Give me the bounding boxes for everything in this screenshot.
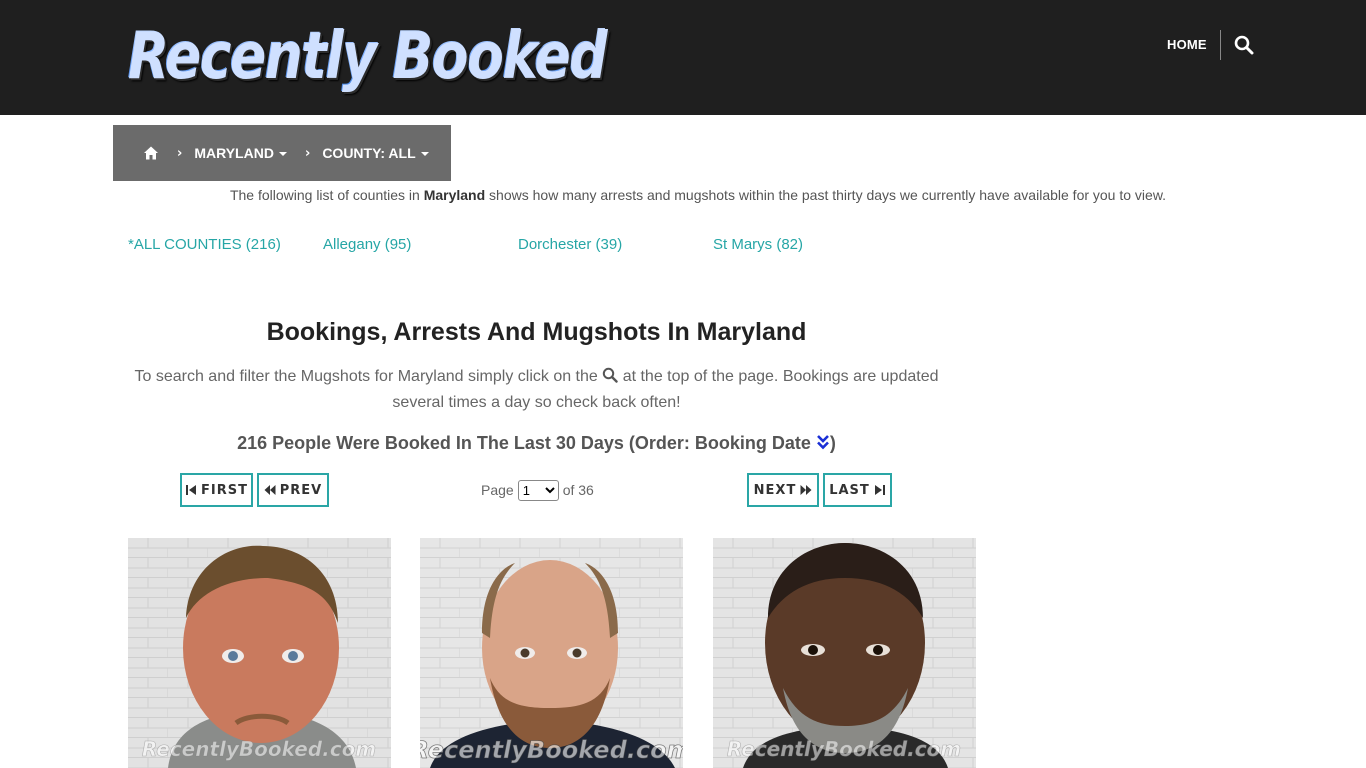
backward-icon [264,485,276,495]
chevron-right-icon: › [177,145,183,161]
page-label: Page [481,482,514,498]
step-backward-icon [186,485,197,495]
double-chevron-down-icon[interactable] [816,434,830,450]
home-icon[interactable] [143,145,159,161]
breadcrumb: › MARYLAND › COUNTY: ALL [113,125,451,181]
site-header: Recently Booked HOME [0,0,1366,115]
watermark: RecentlyBooked.com [142,737,376,761]
search-icon [603,367,618,383]
page-selector: Page 1 of 36 [481,479,594,501]
breadcrumb-county-dropdown[interactable]: COUNTY: ALL [322,145,429,161]
prev-page-button[interactable]: PREV [257,473,329,507]
forward-icon [800,485,812,495]
watermark: RecentlyBooked.com [727,737,961,761]
page-total: of 36 [562,482,594,498]
watermark: RecentlyBooked.com [420,736,683,764]
nav-divider [1220,30,1221,60]
page-title: Bookings, Arrests And Mugshots In Maryla… [266,318,807,346]
mugshot-card[interactable]: RecentlyBooked.com [128,538,391,768]
site-logo[interactable]: Recently Booked [127,20,607,92]
next-page-button[interactable]: NEXT [747,473,819,507]
mugshot-photo: RecentlyBooked.com [128,538,391,768]
step-forward-icon [874,485,885,495]
booking-summary: 216 People Were Booked In The Last 30 Da… [237,433,836,453]
county-list: *ALL COUNTIES (216) Allegany (95) Dorche… [0,236,1366,256]
mugshot-photo: RecentlyBooked.com [713,538,976,768]
page-select[interactable]: 1 [517,479,559,501]
search-icon[interactable] [1234,35,1254,55]
first-page-button[interactable]: FIRST [180,473,253,507]
last-page-button[interactable]: LAST [823,473,892,507]
mugshot-photo: RecentlyBooked.com [420,538,683,768]
breadcrumb-state-dropdown[interactable]: MARYLAND [194,145,287,161]
county-link-dorchester[interactable]: Dorchester (39) [518,236,622,253]
mugshot-card[interactable]: RecentlyBooked.com [420,538,683,768]
intro-text: The following list of counties in Maryla… [229,187,1167,203]
mugshot-card[interactable]: RecentlyBooked.com [713,538,976,768]
nav-home-link[interactable]: HOME [1167,36,1207,54]
page-description: To search and filter the Mugshots for Ma… [134,367,939,411]
county-link-all[interactable]: *ALL COUNTIES (216) [128,236,281,253]
county-link-st-marys[interactable]: St Marys (82) [713,236,803,253]
caret-down-icon [278,152,287,157]
caret-down-icon [420,152,429,157]
county-link-allegany[interactable]: Allegany (95) [323,236,411,253]
chevron-right-icon: › [304,145,311,161]
